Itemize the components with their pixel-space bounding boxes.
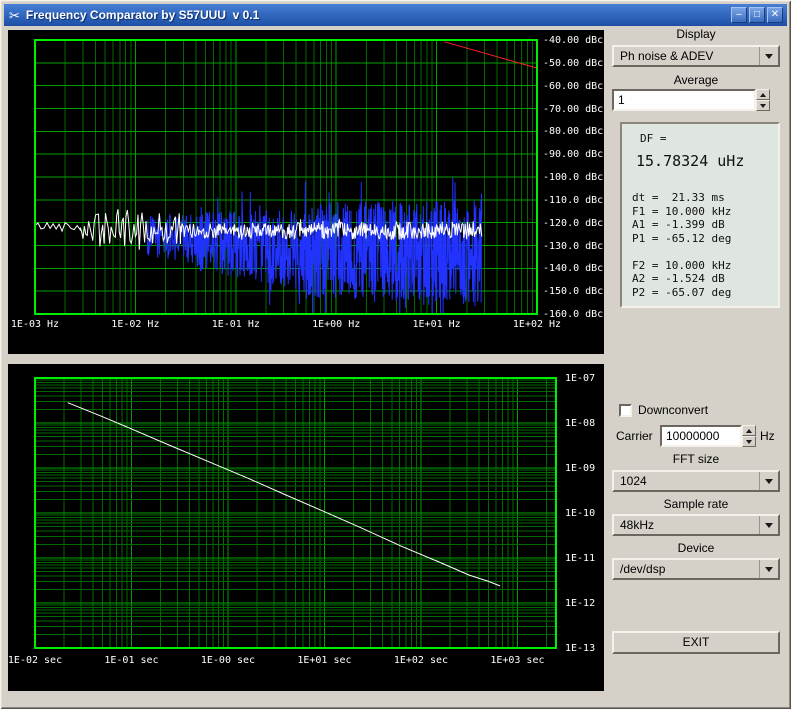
y-tick-label: 1E-08 [565, 418, 596, 429]
y-tick-label: -80.00 dBc [543, 126, 604, 138]
window-title: Frequency Comparator by S57UUU v 0.1 [25, 8, 260, 22]
y-tick-label: -90.00 dBc [543, 149, 604, 161]
device-select[interactable]: /dev/dsp [612, 558, 780, 580]
display-select[interactable]: Ph noise & ADEV [612, 45, 780, 67]
y-tick-label: -70.00 dBc [543, 103, 604, 115]
df-value: 15.78324 uHz [636, 152, 745, 170]
info-line [632, 245, 768, 259]
minimize-button[interactable]: – [731, 7, 747, 23]
close-button[interactable]: ✕ [767, 7, 783, 23]
maximize-button[interactable]: □ [749, 7, 765, 23]
window-controls: – □ ✕ [731, 7, 783, 23]
y-tick-label: -130.0 dBc [543, 240, 604, 252]
x-tick-label: 1E+02 Hz [512, 319, 562, 330]
carrier-spinbox [660, 425, 756, 447]
x-tick-label: 1E+02 sec [393, 655, 449, 666]
y-tick-label: -50.00 dBc [543, 57, 604, 69]
carrier-label: Carrier [616, 429, 653, 443]
titlebar[interactable]: ✂ Frequency Comparator by S57UUU v 0.1 –… [4, 4, 787, 26]
x-tick-label: 1E-02 sec [7, 655, 63, 666]
y-tick-label: -110.0 dBc [543, 194, 604, 206]
y-tick-label: 1E-07 [565, 373, 596, 384]
y-tick-label: -140.0 dBc [543, 263, 604, 275]
display-select-value: Ph noise & ADEV [620, 49, 714, 63]
adev-plot: 1E-02 sec 1E-01 sec 1E-00 sec 1E+01 sec 1E+0… [8, 364, 604, 691]
info-line: A1 = -1.399 dB [632, 218, 725, 231]
downconvert-checkbox[interactable] [619, 403, 632, 417]
carrier-up-button[interactable] [742, 425, 756, 436]
carrier-spin-buttons [742, 425, 756, 447]
y-tick-label: -120.0 dBc [543, 217, 604, 229]
down-arrow-icon [746, 439, 752, 444]
y-tick-label: 1E-11 [565, 553, 596, 564]
sample-rate-select[interactable]: 48kHz [612, 514, 780, 536]
x-tick-label: 1E+01 sec [297, 655, 352, 666]
info-line: F1 = 10.000 kHz [632, 204, 732, 218]
carrier-input[interactable] [660, 425, 742, 447]
carrier-down-button[interactable] [742, 436, 756, 447]
device-value: /dev/dsp [620, 562, 666, 576]
downconvert-row: Downconvert [619, 403, 708, 417]
up-arrow-icon [746, 428, 752, 433]
measurement-info-panel: DF = 15.78324 uHz dt = 21.33 ms F1 = 10.0… [620, 122, 780, 308]
up-arrow-icon [760, 92, 766, 97]
info-line: A2 = -1.524 dB [632, 272, 725, 285]
carrier-unit-label: Hz [760, 429, 775, 443]
average-spin-buttons [756, 89, 770, 111]
y-tick-label: -160.0 dBc [543, 309, 604, 320]
y-tick-label: 1E-12 [565, 598, 596, 609]
x-tick-label: 1E+01 Hz [412, 319, 461, 330]
info-lines: dt = 21.33 ms F1 = 10.000 kHz A1 = -1.399 … [632, 191, 768, 299]
fft-size-label: FFT size [672, 452, 720, 466]
red-reference-line [444, 41, 538, 69]
adev-canvas [34, 377, 557, 649]
y-tick-label: -60.00 dBc [543, 80, 604, 92]
info-line: P2 = -65.07 deg [632, 285, 732, 299]
x-tick-label: 1E+03 sec [490, 655, 545, 666]
exit-button[interactable]: EXIT [612, 631, 780, 654]
x-tick-label: 1E-00 sec [200, 655, 256, 666]
chevron-down-icon [759, 47, 778, 65]
x-tick-label: 1E+00 Hz [312, 319, 361, 330]
chevron-down-icon [759, 516, 778, 534]
info-line: dt = 21.33 ms [632, 191, 725, 204]
down-arrow-icon [760, 103, 766, 108]
chevron-down-icon [759, 472, 778, 490]
average-down-button[interactable] [756, 100, 770, 111]
average-label: Average [673, 73, 719, 87]
fft-size-select[interactable]: 1024 [612, 470, 780, 492]
average-up-button[interactable] [756, 89, 770, 100]
average-input[interactable] [612, 89, 756, 111]
display-label: Display [676, 27, 716, 41]
y-tick-label: 1E-10 [565, 508, 596, 519]
x-tick-label: 1E-03 Hz [10, 319, 60, 330]
y-tick-label: -100.0 dBc [543, 172, 604, 183]
phase-noise-plot: 1E-03 Hz 1E-02 Hz 1E-01 Hz 1E+00 Hz 1E+01 Hz… [8, 30, 604, 354]
x-tick-label: 1E-02 Hz [111, 319, 160, 330]
average-spinbox [612, 89, 770, 111]
sample-rate-label: Sample rate [663, 497, 729, 511]
y-tick-label: 1E-09 [565, 463, 596, 474]
downconvert-label: Downconvert [638, 403, 709, 417]
fft-size-value: 1024 [620, 474, 647, 488]
chevron-down-icon [759, 560, 778, 578]
info-line: P1 = -65.12 deg [632, 231, 732, 245]
info-line: F2 = 10.000 kHz [632, 258, 732, 272]
device-label: Device [677, 541, 715, 555]
app-window: ✂ Frequency Comparator by S57UUU v 0.1 –… [0, 0, 791, 709]
y-tick-label: 1E-13 [565, 643, 596, 654]
sample-rate-value: 48kHz [620, 518, 655, 532]
y-tick-label: -150.0 dBc [543, 286, 604, 298]
phase-noise-canvas [34, 39, 538, 315]
x-tick-label: 1E-01 sec [104, 655, 159, 666]
x-tick-label: 1E-01 Hz [211, 319, 260, 330]
y-tick-label: -40.00 dBc [543, 35, 604, 46]
df-label: DF = [640, 132, 667, 145]
app-icon: ✂ [9, 7, 20, 23]
